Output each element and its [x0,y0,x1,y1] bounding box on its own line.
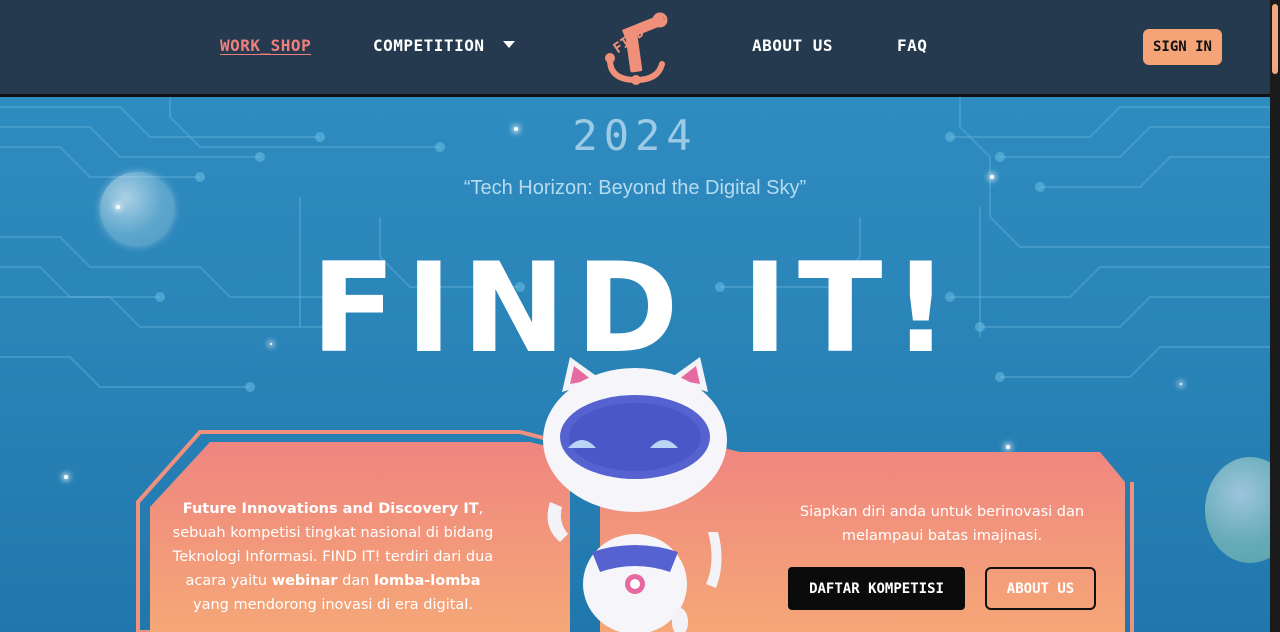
desc-tail: yang mendorong inovasi di era digital. [193,597,473,613]
site-header: WORK_SHOP COMPETITION FIND ABOUT US FAQ … [0,0,1270,97]
register-competition-button[interactable]: DAFTAR KOMPETISI [788,567,965,610]
sign-in-button[interactable]: SIGN IN [1143,29,1222,65]
desc-webinar: webinar [271,573,338,589]
find-it-logo[interactable]: FIND [596,8,676,88]
page-scrollbar[interactable] [1270,0,1280,632]
desc-lead-bold: Future Innovations and Discovery IT [182,501,479,517]
about-us-button[interactable]: ABOUT US [985,567,1096,610]
nav-faq-link[interactable]: FAQ [897,36,927,55]
nav-competition-link[interactable]: COMPETITION [373,36,484,55]
robot-mascot [543,357,727,632]
chevron-down-icon[interactable] [503,41,515,48]
scrollbar-thumb[interactable] [1272,4,1278,74]
hero-section: 2024 “Tech Horizon: Beyond the Digital S… [0,97,1270,632]
call-to-action-text: Siapkan diri anda untuk berinovasi dan m… [799,504,1085,544]
desc-mid: dan [337,573,375,589]
nav-workshop-link[interactable]: WORK_SHOP [220,36,311,55]
event-description: Future Innovations and Discovery IT, seb… [168,497,498,617]
desc-lomba: lomba-lomba [374,573,481,589]
nav-about-link[interactable]: ABOUT US [752,36,833,55]
